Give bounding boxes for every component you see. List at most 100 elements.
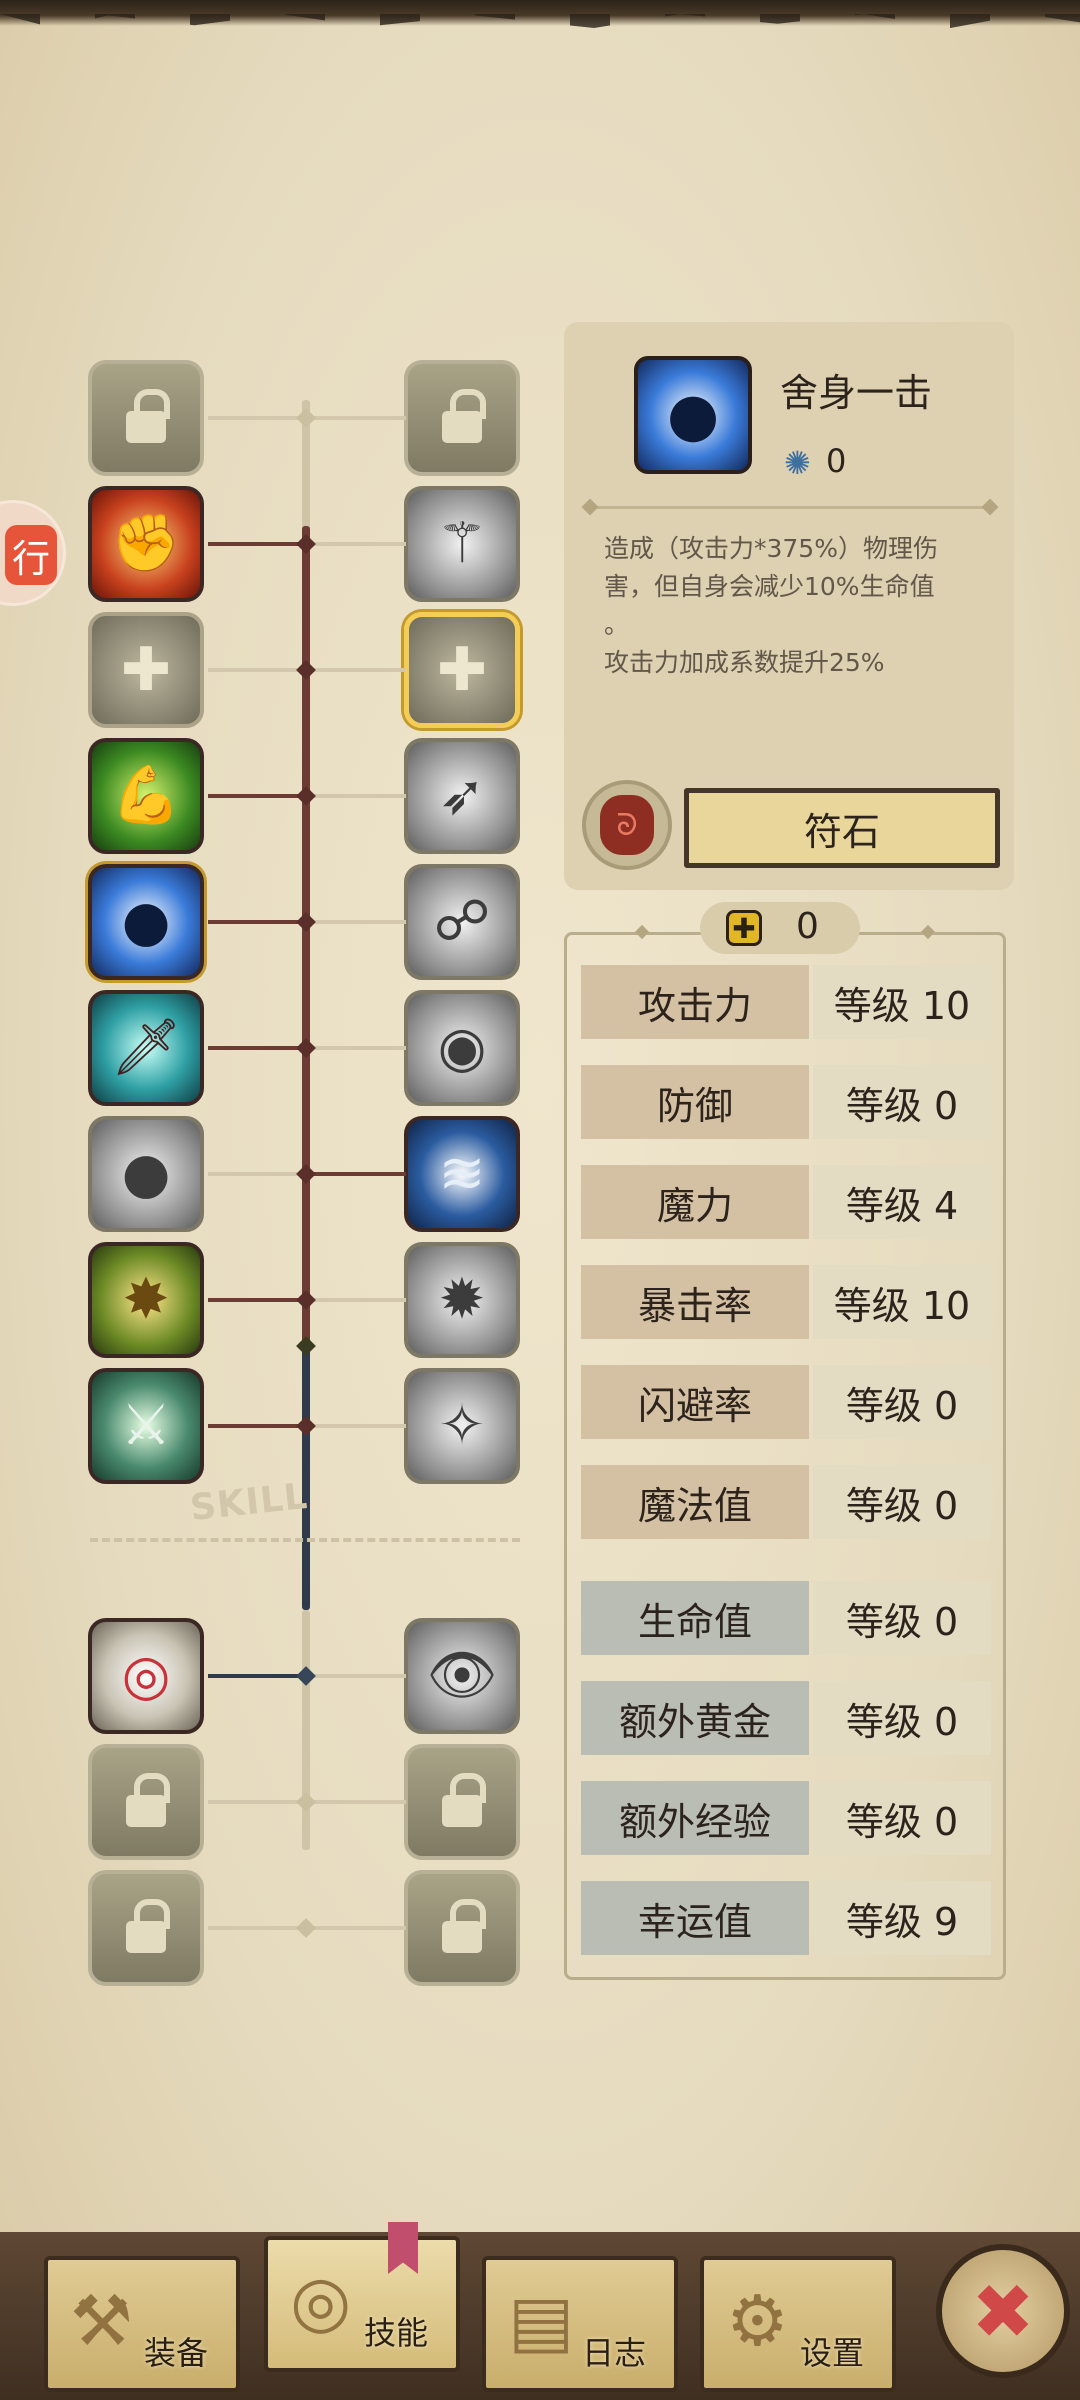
skill-slot-right-9[interactable]: ✧ bbox=[404, 1368, 520, 1484]
skill-info-panel: ● 舍身一击 ✺ 0 造成（攻击力*375%）物理伤 害，但自身会减少10%生命… bbox=[564, 322, 1014, 890]
stat-level: 等级 4 bbox=[813, 1165, 991, 1239]
skill-slot-right-11[interactable] bbox=[404, 1744, 520, 1860]
skill-ring-icon: ◎ bbox=[290, 2260, 352, 2342]
skill-slot-right-6[interactable]: ◉ bbox=[404, 990, 520, 1106]
stat-row[interactable]: 额外黄金 等级 0 bbox=[581, 1681, 991, 1755]
dagger-icon: 🗡 bbox=[110, 1015, 182, 1080]
skill-slot-right-10[interactable]: 👁 bbox=[404, 1618, 520, 1734]
skill-slot-right-2[interactable]: ⚚ bbox=[404, 486, 520, 602]
stat-row[interactable]: 生命值 等级 0 bbox=[581, 1581, 991, 1655]
top-torn-edge bbox=[0, 0, 1080, 26]
skill-slot-right-1[interactable] bbox=[404, 360, 520, 476]
stat-row[interactable]: 防御 等级 0 bbox=[581, 1065, 991, 1139]
stat-row[interactable]: 额外经验 等级 0 bbox=[581, 1781, 991, 1855]
connector-left-2 bbox=[208, 542, 308, 546]
stat-row[interactable]: 暴击率 等级 10 bbox=[581, 1265, 991, 1339]
tree-divider bbox=[90, 1538, 520, 1542]
skill-description: 造成（攻击力*375%）物理伤 害，但自身会减少10%生命值 。 攻击力加成系数… bbox=[604, 530, 984, 682]
info-separator bbox=[590, 506, 990, 509]
stat-name: 暴击率 bbox=[581, 1265, 809, 1339]
connector-left-4 bbox=[208, 794, 308, 798]
skill-slot-right-12[interactable] bbox=[404, 1870, 520, 1986]
skill-slot-left-10[interactable]: ◎ bbox=[88, 1618, 204, 1734]
nav-tab-label: 技能 bbox=[363, 2314, 428, 2352]
lock-icon bbox=[442, 1773, 486, 1829]
connector-left-12 bbox=[208, 1926, 308, 1930]
close-button[interactable]: ✖ bbox=[936, 2244, 1070, 2378]
tree-trunk-active bbox=[302, 526, 310, 1348]
eye-tower-icon: 👁 bbox=[426, 1643, 498, 1708]
skill-slot-right-4[interactable]: ➶ bbox=[404, 738, 520, 854]
skill-slot-right-5[interactable]: ☍ bbox=[404, 864, 520, 980]
rune-stone-icon[interactable]: ᘐ bbox=[582, 780, 672, 870]
skill-slot-right-3[interactable]: ✚ bbox=[404, 612, 520, 728]
target-trap-icon: ◎ bbox=[121, 1643, 171, 1708]
connector-left-10 bbox=[208, 1674, 308, 1678]
skill-slot-right-8[interactable]: ✹ bbox=[404, 1242, 520, 1358]
nav-tab-3[interactable]: ▤ 日志 bbox=[482, 2256, 678, 2392]
crossed-swords-icon: ⚔ bbox=[120, 1393, 172, 1458]
stat-name: 生命值 bbox=[581, 1581, 809, 1655]
tree-node-10 bbox=[296, 1666, 316, 1686]
stats-panel: 攻击力 等级 10 防御 等级 0 魔力 等级 4 暴击率 等级 10 闪避率 等级 0 魔法值 等级… bbox=[564, 932, 1006, 1980]
connector-right-12 bbox=[306, 1926, 406, 1930]
skill-description-line: 攻击力加成系数提升25% bbox=[604, 648, 885, 677]
tree-node-6 bbox=[296, 1038, 316, 1058]
skill-slot-left-6[interactable]: 🗡 bbox=[88, 990, 204, 1106]
tree-node-1 bbox=[296, 408, 316, 428]
stat-points-plus-icon: ✚ bbox=[726, 910, 762, 946]
tree-node-2 bbox=[296, 534, 316, 554]
tree-node-9 bbox=[296, 1416, 316, 1436]
connector-left-9 bbox=[208, 1424, 308, 1428]
settings-gear-icon: ⚙ bbox=[726, 2280, 789, 2362]
nav-tab-label: 日志 bbox=[581, 2334, 646, 2372]
connector-right-7 bbox=[306, 1172, 406, 1176]
skill-slot-left-9[interactable]: ⚔ bbox=[88, 1368, 204, 1484]
stat-row[interactable]: 魔法值 等级 0 bbox=[581, 1465, 991, 1539]
connector-left-7 bbox=[208, 1172, 308, 1176]
stat-name: 闪避率 bbox=[581, 1365, 809, 1439]
nav-tab-1[interactable]: ⚒ 装备 bbox=[44, 2256, 240, 2392]
wave-blade-icon: ≋ bbox=[438, 1141, 486, 1206]
tree-node-7 bbox=[296, 1164, 316, 1184]
stat-row[interactable]: 幸运值 等级 9 bbox=[581, 1881, 991, 1955]
connector-right-6 bbox=[306, 1046, 406, 1050]
lock-icon bbox=[442, 1899, 486, 1955]
nav-tab-2[interactable]: ◎ 技能 bbox=[264, 2236, 460, 2372]
skill-slot-left-1[interactable] bbox=[88, 360, 204, 476]
skill-slot-left-3[interactable]: ✚ bbox=[88, 612, 204, 728]
rune-button[interactable]: 符石 bbox=[684, 788, 1000, 868]
tree-node-11 bbox=[296, 1792, 316, 1812]
skill-slot-left-11[interactable] bbox=[88, 1744, 204, 1860]
connector-right-5 bbox=[306, 920, 406, 924]
skill-name: 舍身一击 bbox=[780, 371, 933, 415]
skill-description-line: 。 bbox=[604, 610, 630, 639]
shadow-figure-icon: ● bbox=[121, 1141, 171, 1206]
skill-slot-left-8[interactable]: ✸ bbox=[88, 1242, 204, 1358]
eye-burst-icon: ◉ bbox=[437, 1015, 487, 1080]
tree-node-8 bbox=[296, 1290, 316, 1310]
skill-level: 0 bbox=[826, 442, 847, 480]
stat-name: 魔力 bbox=[581, 1165, 809, 1239]
skill-slot-left-5[interactable]: ● bbox=[88, 864, 204, 980]
dash-figure-icon: ➶ bbox=[438, 763, 486, 828]
sparkle-figure-icon: ✧ bbox=[438, 1393, 486, 1458]
skill-slot-left-2[interactable]: ✊ bbox=[88, 486, 204, 602]
nav-tab-4[interactable]: ⚙ 设置 bbox=[700, 2256, 896, 2392]
connector-left-11 bbox=[208, 1800, 308, 1804]
skill-slot-right-7[interactable]: ≋ bbox=[404, 1116, 520, 1232]
stat-row[interactable]: 闪避率 等级 0 bbox=[581, 1365, 991, 1439]
nav-tab-label: 设置 bbox=[799, 2334, 864, 2372]
connector-left-6 bbox=[208, 1046, 308, 1050]
stat-row[interactable]: 攻击力 等级 10 bbox=[581, 965, 991, 1039]
golden-armor-icon: ✸ bbox=[122, 1267, 170, 1332]
stat-level: 等级 0 bbox=[813, 1365, 991, 1439]
close-icon: ✖ bbox=[971, 2266, 1035, 2356]
skill-slot-left-7[interactable]: ● bbox=[88, 1116, 204, 1232]
tree-node-4 bbox=[296, 786, 316, 806]
skill-slot-left-4[interactable]: 💪 bbox=[88, 738, 204, 854]
stat-row[interactable]: 魔力 等级 4 bbox=[581, 1165, 991, 1239]
stat-name: 额外黄金 bbox=[581, 1681, 809, 1755]
skill-slot-left-12[interactable] bbox=[88, 1870, 204, 1986]
stat-level: 等级 0 bbox=[813, 1581, 991, 1655]
